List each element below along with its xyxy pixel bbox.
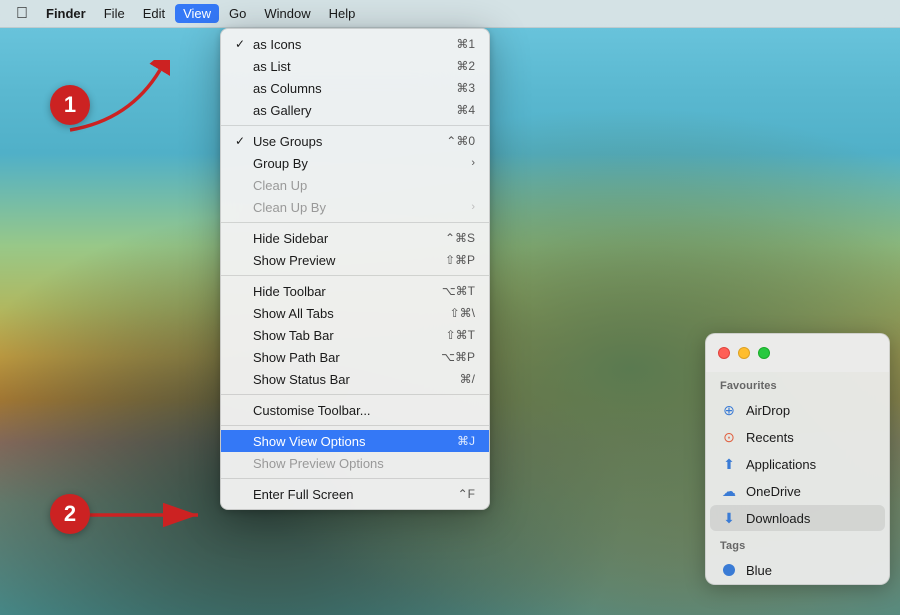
- tag-blue-icon: [720, 561, 738, 579]
- shortcut-as-columns: ⌘3: [456, 81, 475, 95]
- menu-label-show-tab-bar: Show Tab Bar: [253, 328, 334, 343]
- menu-label-show-all-tabs: Show All Tabs: [253, 306, 334, 321]
- sidebar-label-tag-blue: Blue: [746, 563, 772, 578]
- sidebar-label-onedrive: OneDrive: [746, 484, 801, 499]
- shortcut-show-view-options: ⌘J: [457, 434, 475, 448]
- menu-item-show-tab-bar[interactable]: Show Tab Bar ⇧⌘T: [221, 324, 489, 346]
- sidebar-item-recents[interactable]: ⊙ Recents: [710, 424, 885, 450]
- menu-label-hide-toolbar: Hide Toolbar: [253, 284, 326, 299]
- downloads-icon: ⬇: [720, 509, 738, 527]
- sidebar-label-airdrop: AirDrop: [746, 403, 790, 418]
- menubar-edit[interactable]: Edit: [135, 4, 173, 23]
- recents-icon: ⊙: [720, 428, 738, 446]
- favourites-section-label: Favourites: [706, 372, 889, 396]
- sidebar-label-recents: Recents: [746, 430, 794, 445]
- menu-item-clean-up-by: Clean Up By ›: [221, 196, 489, 218]
- submenu-arrow-group-by: ›: [471, 157, 475, 169]
- menu-item-use-groups[interactable]: ✓ Use Groups ⌃⌘0: [221, 130, 489, 152]
- menu-item-group-by[interactable]: Group By ›: [221, 152, 489, 174]
- menu-label-show-view-options: Show View Options: [253, 434, 366, 449]
- menubar-help[interactable]: Help: [321, 4, 364, 23]
- tags-section-label: Tags: [706, 532, 889, 556]
- checkmark-icons: ✓: [235, 37, 249, 51]
- airdrop-icon: ⊕: [720, 401, 738, 419]
- menu-label-customise-toolbar: Customise Toolbar...: [253, 403, 371, 418]
- menu-item-as-icons[interactable]: ✓ as Icons ⌘1: [221, 33, 489, 55]
- view-menu-dropdown: ✓ as Icons ⌘1 as List ⌘2 as Columns ⌘3 a…: [220, 28, 490, 510]
- shortcut-show-all-tabs: ⇧⌘\: [450, 306, 475, 320]
- shortcut-show-status-bar: ⌘/: [460, 372, 475, 386]
- menubar-go[interactable]: Go: [221, 4, 254, 23]
- shortcut-as-gallery: ⌘4: [456, 103, 475, 117]
- sidebar-label-applications: Applications: [746, 457, 816, 472]
- separator-6: [221, 478, 489, 479]
- menubar-view[interactable]: View: [175, 4, 219, 23]
- menu-label-show-path-bar: Show Path Bar: [253, 350, 340, 365]
- menu-label-as-list: as List: [253, 59, 291, 74]
- menu-item-as-list[interactable]: as List ⌘2: [221, 55, 489, 77]
- traffic-light-maximize[interactable]: [758, 347, 770, 359]
- menu-item-clean-up: Clean Up: [221, 174, 489, 196]
- menu-item-show-view-options[interactable]: Show View Options ⌘J: [221, 430, 489, 452]
- shortcut-use-groups: ⌃⌘0: [446, 134, 475, 148]
- annotation-1: 1: [50, 85, 90, 125]
- menu-item-hide-sidebar[interactable]: Hide Sidebar ⌃⌘S: [221, 227, 489, 249]
- sidebar-item-tag-blue[interactable]: Blue: [710, 557, 885, 583]
- sidebar-item-onedrive[interactable]: ☁ OneDrive: [710, 478, 885, 504]
- shortcut-show-path-bar: ⌥⌘P: [441, 350, 475, 364]
- menu-item-show-all-tabs[interactable]: Show All Tabs ⇧⌘\: [221, 302, 489, 324]
- menu-item-customise-toolbar[interactable]: Customise Toolbar...: [221, 399, 489, 421]
- separator-1: [221, 125, 489, 126]
- menu-label-as-gallery: as Gallery: [253, 103, 312, 118]
- annotation-2: 2: [50, 494, 90, 534]
- traffic-light-minimize[interactable]: [738, 347, 750, 359]
- menu-label-show-preview: Show Preview: [253, 253, 335, 268]
- menubar-file[interactable]: File: [96, 4, 133, 23]
- onedrive-icon: ☁: [720, 482, 738, 500]
- menu-item-hide-toolbar[interactable]: Hide Toolbar ⌥⌘T: [221, 280, 489, 302]
- separator-2: [221, 222, 489, 223]
- menu-label-show-preview-options: Show Preview Options: [253, 456, 384, 471]
- checkmark-use-groups: ✓: [235, 134, 249, 148]
- finder-panel: Favourites ⊕ AirDrop ⊙ Recents ⬆ Applica…: [705, 333, 890, 585]
- menu-label-show-status-bar: Show Status Bar: [253, 372, 350, 387]
- sidebar-item-airdrop[interactable]: ⊕ AirDrop: [710, 397, 885, 423]
- shortcut-hide-sidebar: ⌃⌘S: [445, 231, 475, 245]
- apple-menu[interactable]: : [8, 3, 36, 25]
- menu-item-show-status-bar[interactable]: Show Status Bar ⌘/: [221, 368, 489, 390]
- shortcut-as-list: ⌘2: [456, 59, 475, 73]
- separator-4: [221, 394, 489, 395]
- applications-icon: ⬆: [720, 455, 738, 473]
- menu-label-as-icons: as Icons: [253, 37, 301, 52]
- shortcut-as-icons: ⌘1: [456, 37, 475, 51]
- finder-titlebar: [706, 334, 889, 372]
- sidebar-label-downloads: Downloads: [746, 511, 810, 526]
- menu-label-group-by: Group By: [253, 156, 308, 171]
- menu-item-show-path-bar[interactable]: Show Path Bar ⌥⌘P: [221, 346, 489, 368]
- shortcut-show-preview: ⇧⌘P: [445, 253, 475, 267]
- menubar:  Finder File Edit View Go Window Help: [0, 0, 900, 28]
- submenu-arrow-clean-up-by: ›: [471, 201, 475, 213]
- sidebar-item-downloads[interactable]: ⬇ Downloads: [710, 505, 885, 531]
- menu-label-clean-up: Clean Up: [253, 178, 307, 193]
- sidebar-item-applications[interactable]: ⬆ Applications: [710, 451, 885, 477]
- menu-item-show-preview[interactable]: Show Preview ⇧⌘P: [221, 249, 489, 271]
- shortcut-hide-toolbar: ⌥⌘T: [442, 284, 475, 298]
- separator-5: [221, 425, 489, 426]
- shortcut-enter-full-screen: ⌃F: [458, 487, 475, 501]
- separator-3: [221, 275, 489, 276]
- menu-label-clean-up-by: Clean Up By: [253, 200, 326, 215]
- shortcut-show-tab-bar: ⇧⌘T: [446, 328, 475, 342]
- menu-item-enter-full-screen[interactable]: Enter Full Screen ⌃F: [221, 483, 489, 505]
- menu-label-use-groups: Use Groups: [253, 134, 322, 149]
- menu-label-as-columns: as Columns: [253, 81, 322, 96]
- menubar-finder[interactable]: Finder: [38, 4, 94, 23]
- menu-item-as-gallery[interactable]: as Gallery ⌘4: [221, 99, 489, 121]
- traffic-light-close[interactable]: [718, 347, 730, 359]
- menubar-window[interactable]: Window: [256, 4, 318, 23]
- menu-label-hide-sidebar: Hide Sidebar: [253, 231, 328, 246]
- menu-label-enter-full-screen: Enter Full Screen: [253, 487, 353, 502]
- menu-item-as-columns[interactable]: as Columns ⌘3: [221, 77, 489, 99]
- menu-item-show-preview-options: Show Preview Options: [221, 452, 489, 474]
